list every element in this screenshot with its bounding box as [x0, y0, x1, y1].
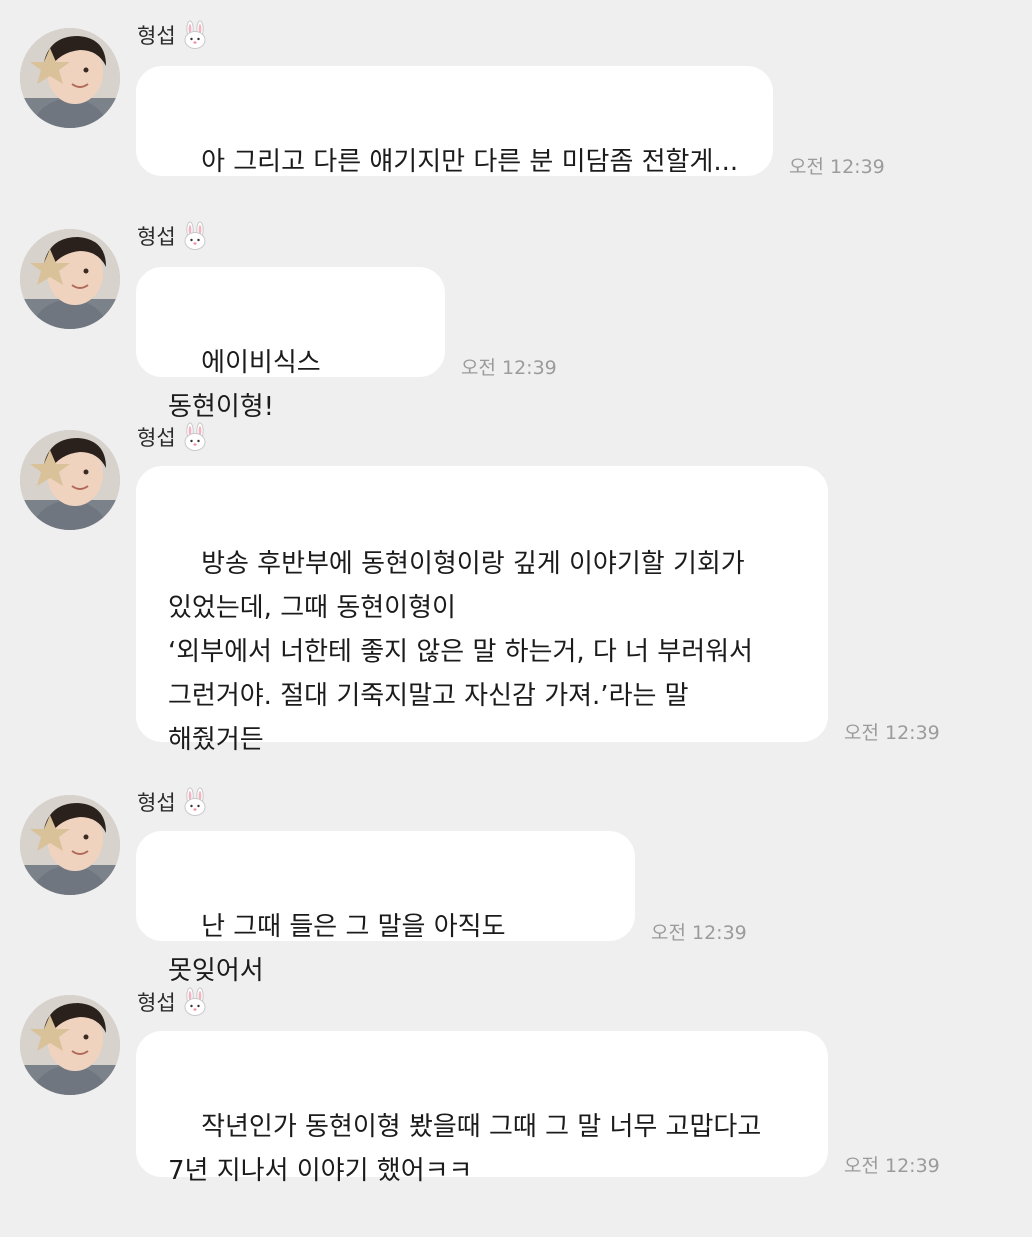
rabbit-face-icon: [184, 20, 206, 49]
sender-name: 형섭: [137, 219, 210, 253]
avatar[interactable]: [20, 795, 120, 895]
profile-photo-icon: [20, 28, 120, 128]
message-bubble[interactable]: 난 그때 들은 그 말을 아직도 못잊어서: [136, 831, 635, 986]
message-bubble[interactable]: 방송 후반부에 동현이형이랑 깊게 이야기할 기회가 있었는데, 그때 동현이형…: [136, 466, 828, 755]
rabbit-face-icon: [184, 787, 206, 816]
message-text: 작년인가 동현이형 봤을때 그때 그 말 너무 고맙다고 7년 지나서 이야기 …: [168, 1112, 762, 1186]
sender-name: 형섭: [137, 985, 210, 1019]
message-text: 난 그때 들은 그 말을 아직도 못잊어서: [168, 912, 514, 986]
avatar[interactable]: [20, 229, 120, 329]
rabbit-face-icon: [184, 422, 206, 451]
sender-name: 형섭: [137, 785, 210, 819]
message-bubble[interactable]: 아 그리고 다른 얘기지만 다른 분 미담좀 전할게...: [136, 66, 773, 177]
rabbit-face-icon: [184, 987, 206, 1016]
sender-name-text: 형섭: [137, 426, 176, 450]
message-text: 에이비식스 동현이형!: [168, 348, 329, 422]
rabbit-face-icon: [184, 221, 206, 250]
profile-photo-icon: [20, 430, 120, 530]
profile-photo-icon: [20, 795, 120, 895]
avatar[interactable]: [20, 430, 120, 530]
message-text: 아 그리고 다른 얘기지만 다른 분 미담좀 전할게...: [201, 147, 739, 177]
avatar[interactable]: [20, 995, 120, 1095]
avatar[interactable]: [20, 28, 120, 128]
sender-name-text: 형섭: [137, 225, 176, 249]
sender-name-text: 형섭: [137, 991, 176, 1015]
message-bubble[interactable]: 에이비식스 동현이형!: [136, 267, 445, 422]
sender-name: 형섭: [137, 420, 210, 454]
profile-photo-icon: [20, 995, 120, 1095]
sender-name: 형섭: [137, 18, 210, 52]
profile-photo-icon: [20, 229, 120, 329]
message-text: 방송 후반부에 동현이형이랑 깊게 이야기할 기회가 있었는데, 그때 동현이형…: [168, 549, 753, 755]
message-timestamp: 오전 12:39: [461, 357, 557, 379]
message-timestamp: 오전 12:39: [844, 1155, 940, 1177]
sender-name-text: 형섭: [137, 24, 176, 48]
sender-name-text: 형섭: [137, 791, 176, 815]
message-timestamp: 오전 12:39: [651, 922, 747, 944]
message-bubble[interactable]: 작년인가 동현이형 봤을때 그때 그 말 너무 고맙다고 7년 지나서 이야기 …: [136, 1031, 828, 1186]
message-timestamp: 오전 12:39: [844, 722, 940, 744]
message-timestamp: 오전 12:39: [789, 156, 885, 178]
